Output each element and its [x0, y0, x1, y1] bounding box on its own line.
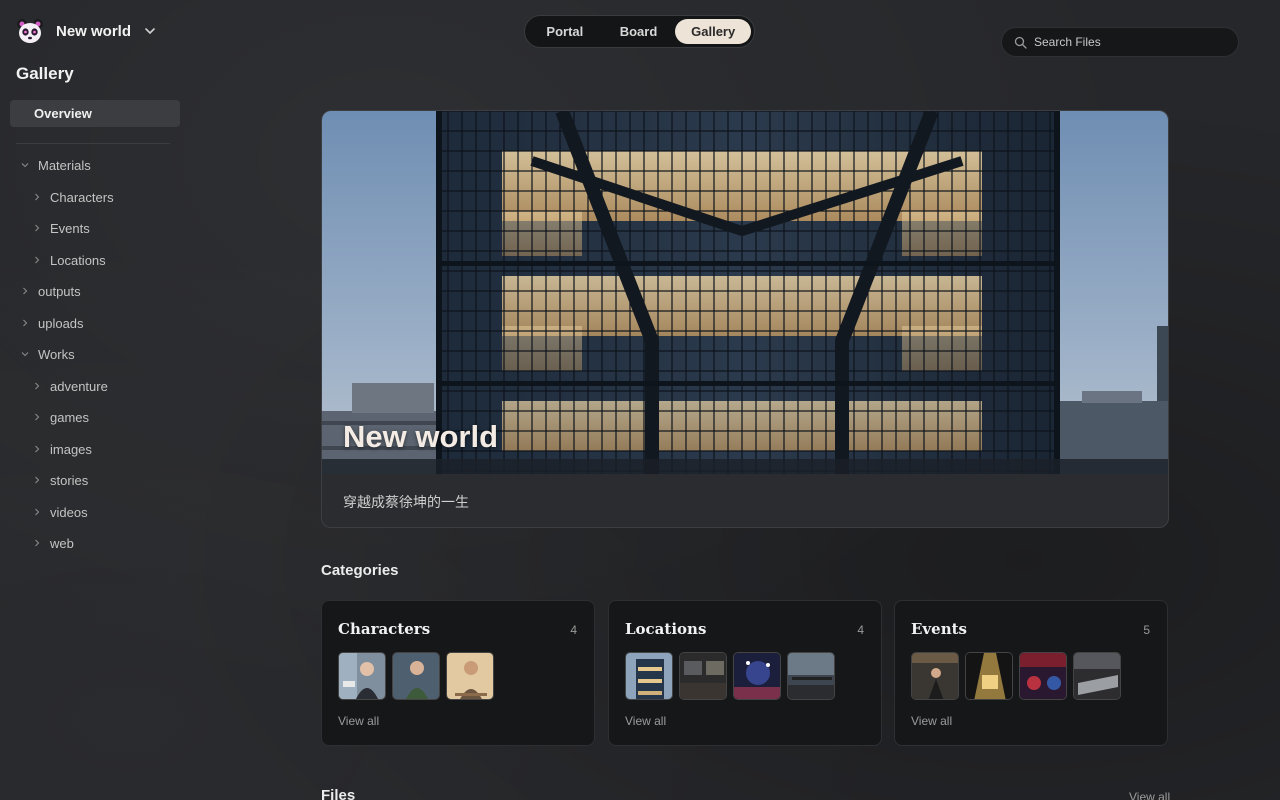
tree-label: games	[50, 409, 90, 425]
view-all-link[interactable]: View all	[338, 714, 379, 728]
tab-board[interactable]: Board	[602, 19, 676, 44]
files-view-all-link[interactable]: View all	[1129, 790, 1170, 800]
category-name: Characters	[338, 620, 431, 638]
tree-label: adventure	[50, 378, 108, 394]
tree-item-characters[interactable]: Characters	[32, 187, 114, 207]
chevron-right-icon	[35, 476, 40, 484]
view-all-link[interactable]: View all	[625, 714, 666, 728]
tree-label: Locations	[50, 252, 106, 268]
search-box[interactable]	[1001, 27, 1239, 57]
sidebar-divider	[16, 143, 170, 144]
hero-description: 穿越成蔡徐坤的一生	[343, 494, 469, 510]
chevron-down-icon	[21, 163, 29, 168]
hero-card: New world 穿越成蔡徐坤的一生	[321, 110, 1169, 528]
thumbnail[interactable]	[787, 652, 835, 700]
tree-item-events[interactable]: Events	[32, 218, 90, 238]
tree-label: web	[50, 535, 74, 551]
thumbnail[interactable]	[392, 652, 440, 700]
tab-portal[interactable]: Portal	[528, 19, 602, 44]
tree-label: Materials	[38, 157, 91, 173]
hero-title: New world	[343, 419, 499, 454]
category-card-characters[interactable]: Characters 4 View all	[321, 600, 595, 746]
chevron-right-icon	[35, 256, 40, 264]
chevron-right-icon	[35, 445, 40, 453]
sidebar-item-overview[interactable]: Overview	[10, 100, 180, 127]
thumbnail[interactable]	[911, 652, 959, 700]
thumbnail-strip	[911, 652, 1121, 700]
sidebar: New world Gallery Overview Materials Cha…	[0, 0, 196, 800]
tree-label: Events	[50, 220, 90, 236]
tree-item-adventure[interactable]: adventure	[32, 376, 108, 396]
category-name: Events	[911, 620, 967, 638]
chevron-right-icon	[35, 382, 40, 390]
category-card-locations[interactable]: Locations 4 View all	[608, 600, 882, 746]
category-card-events[interactable]: Events 5 View all	[894, 600, 1168, 746]
tree-item-materials[interactable]: Materials	[20, 155, 91, 175]
category-name: Locations	[625, 620, 707, 638]
tree-label: Works	[38, 346, 75, 362]
thumbnail[interactable]	[679, 652, 727, 700]
workspace-switcher[interactable]: New world	[16, 17, 157, 45]
categories-heading: Categories	[321, 562, 399, 579]
tree-item-games[interactable]: games	[32, 407, 89, 427]
thumbnail[interactable]	[733, 652, 781, 700]
workspace-name: New world	[56, 22, 132, 40]
tree-item-web[interactable]: web	[32, 533, 74, 553]
tree-item-videos[interactable]: videos	[32, 502, 88, 522]
tree-item-locations[interactable]: Locations	[32, 250, 106, 270]
tab-gallery[interactable]: Gallery	[675, 19, 751, 44]
chevron-right-icon	[35, 413, 40, 421]
tree-item-outputs[interactable]: outputs	[20, 281, 81, 301]
tree-label: Characters	[50, 189, 114, 205]
category-count: 5	[1143, 623, 1150, 637]
thumbnail[interactable]	[1019, 652, 1067, 700]
chevron-right-icon	[35, 508, 40, 516]
tree-item-images[interactable]: images	[32, 439, 92, 459]
chevron-down-icon	[21, 352, 29, 357]
files-heading: Files	[321, 787, 356, 800]
tree-label: outputs	[38, 283, 81, 299]
tree-item-uploads[interactable]: uploads	[20, 313, 84, 333]
search-input[interactable]	[1034, 35, 1224, 49]
chevron-right-icon	[35, 224, 40, 232]
chevron-right-icon	[23, 319, 28, 327]
view-switcher: Portal Board Gallery	[524, 15, 755, 48]
thumbnail[interactable]	[338, 652, 386, 700]
chevron-right-icon	[35, 193, 40, 201]
thumbnail[interactable]	[1073, 652, 1121, 700]
tree-label: uploads	[38, 315, 84, 331]
search-icon	[1014, 36, 1027, 49]
chevron-down-icon	[145, 28, 155, 35]
view-all-link[interactable]: View all	[911, 714, 952, 728]
tree-item-works[interactable]: Works	[20, 344, 75, 364]
thumbnail-strip	[338, 652, 494, 700]
panda-logo-icon	[17, 19, 43, 43]
thumbnail[interactable]	[965, 652, 1013, 700]
thumbnail-strip	[625, 652, 835, 700]
tree-label: stories	[50, 472, 89, 488]
tree-item-stories[interactable]: stories	[32, 470, 88, 490]
chevron-right-icon	[23, 287, 28, 295]
thumbnail[interactable]	[625, 652, 673, 700]
tree-label: images	[50, 441, 92, 457]
tree-label: videos	[50, 504, 88, 520]
chevron-right-icon	[35, 539, 40, 547]
category-count: 4	[570, 623, 577, 637]
thumbnail[interactable]	[446, 652, 494, 700]
sidebar-title: Gallery	[16, 64, 74, 83]
category-count: 4	[857, 623, 864, 637]
